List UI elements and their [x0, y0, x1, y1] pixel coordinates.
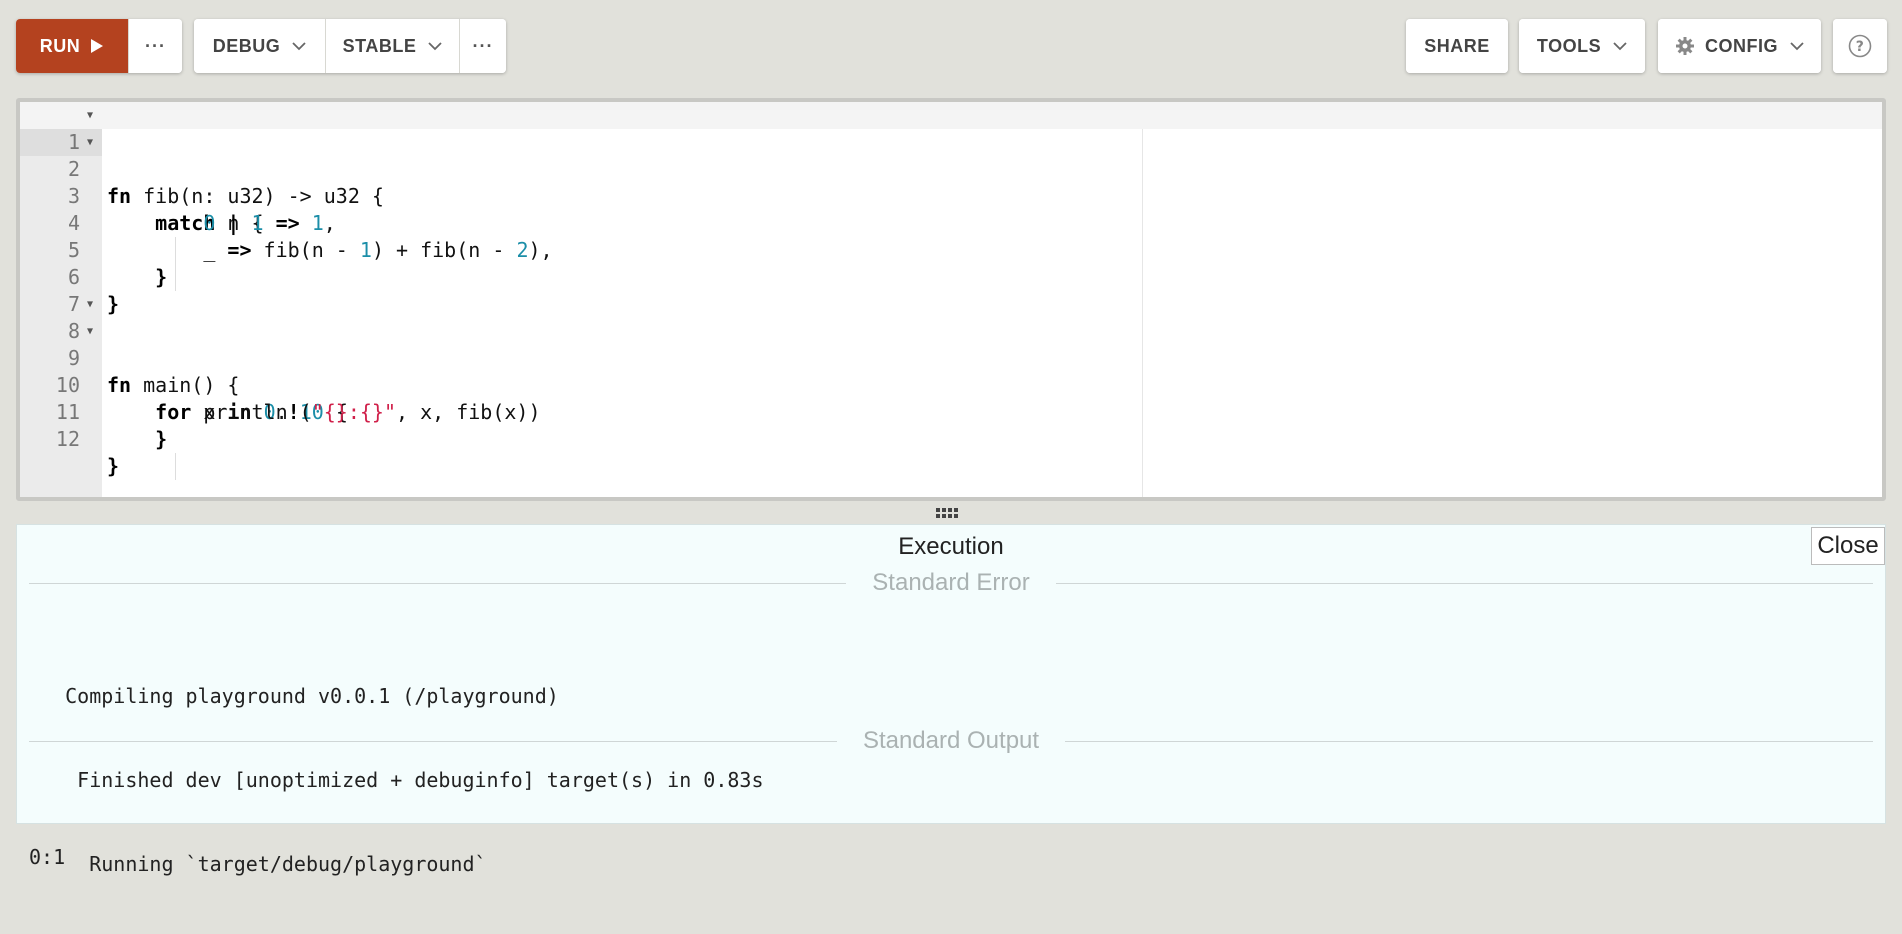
code-line[interactable]: 11 } — [20, 372, 1882, 451]
help-button[interactable]: ? — [1833, 19, 1887, 73]
code-line[interactable]: 12 } — [20, 399, 1882, 478]
chevron-down-icon — [292, 41, 306, 50]
run-more-button[interactable]: ··· — [128, 19, 182, 73]
run-button[interactable]: RUN — [16, 19, 128, 73]
toolbar: RUN ··· DEBUG STABLE ··· SHARE TOOLS CON… — [0, 0, 1902, 92]
svg-text:?: ? — [1856, 39, 1865, 55]
stdout-line: 0:1 — [29, 845, 66, 869]
channel-label: STABLE — [342, 35, 417, 56]
share-group: SHARE — [1406, 19, 1508, 73]
more-icon: ··· — [145, 35, 166, 56]
output-title: Execution — [898, 533, 1004, 560]
line-number: 12 — [55, 427, 80, 451]
code-line[interactable]: 1 ▼ fn fib(n: u32) -> u32 { — [20, 102, 1882, 208]
advanced-more-button[interactable]: ··· — [459, 19, 506, 73]
fold-arrow-icon[interactable]: ▼ — [87, 291, 93, 318]
chevron-down-icon — [1790, 41, 1804, 50]
help-icon: ? — [1848, 34, 1872, 58]
channel-dropdown[interactable]: STABLE — [325, 19, 459, 73]
code-line[interactable]: 10 println!("{}:{}", x, fib(x)) — [20, 345, 1882, 424]
code-line[interactable]: 8 ▼ fn main() { — [20, 291, 1882, 397]
config-label: CONFIG — [1705, 35, 1778, 56]
run-group: RUN ··· — [16, 19, 182, 73]
indent-guide — [175, 453, 176, 480]
chevron-down-icon — [1613, 41, 1627, 50]
mode-label: DEBUG — [212, 35, 281, 56]
stderr-line: Finished dev [unoptimized + debuginfo] t… — [29, 768, 764, 792]
stdout-header: Standard Output — [29, 726, 1873, 756]
mode-dropdown[interactable]: DEBUG — [194, 19, 325, 73]
code-line[interactable]: 2 ▼ match n { — [20, 129, 1882, 235]
run-label: RUN — [39, 35, 81, 56]
code-line[interactable]: 5 } — [20, 210, 1882, 289]
stderr-label: Standard Error — [872, 569, 1030, 596]
code-line[interactable]: 7 — [20, 264, 1882, 316]
fold-arrow-icon[interactable]: ▼ — [87, 102, 93, 129]
gear-icon — [1676, 37, 1694, 55]
share-button[interactable]: SHARE — [1406, 19, 1508, 73]
fold-arrow-icon[interactable]: ▼ — [87, 129, 93, 156]
config-dropdown[interactable]: CONFIG — [1658, 19, 1821, 73]
tools-dropdown[interactable]: TOOLS — [1519, 19, 1645, 73]
close-button[interactable]: Close — [1811, 527, 1885, 565]
more-icon: ··· — [472, 35, 494, 56]
stderr-line: Compiling playground v0.0.1 (/playground… — [29, 684, 559, 708]
code-line[interactable]: 4 _ => fib(n - 1) + fib(n - 2), — [20, 183, 1882, 262]
tools-label: TOOLS — [1536, 35, 1602, 56]
code-line[interactable]: 6 } — [20, 237, 1882, 316]
tools-group: TOOLS — [1519, 19, 1645, 73]
play-icon — [91, 39, 104, 53]
stderr-output: Compiling playground v0.0.1 (/playground… — [29, 626, 764, 934]
build-options-group: DEBUG STABLE ··· — [194, 19, 506, 73]
code-line[interactable]: 9 ▼ for x in 0..10 { — [20, 318, 1882, 424]
code-editor[interactable]: 1 ▼ fn fib(n: u32) -> u32 { 2 ▼ match n … — [16, 98, 1886, 501]
resize-handle[interactable] — [936, 508, 958, 518]
stdout-label: Standard Output — [862, 727, 1040, 754]
stderr-line: Running `target/debug/playground` — [29, 852, 487, 876]
chevron-down-icon — [428, 41, 442, 50]
help-group: ? — [1833, 19, 1887, 73]
output-panel: Execution Close Standard Error Compiling… — [16, 524, 1886, 876]
stderr-header: Standard Error — [29, 568, 1873, 598]
fold-arrow-icon[interactable]: ▼ — [87, 318, 93, 345]
stdout-output: 0:1 — [29, 787, 77, 927]
config-group: CONFIG — [1658, 19, 1821, 73]
share-label: SHARE — [1424, 35, 1490, 56]
code-line[interactable]: 3 0 | 1 => 1, — [20, 156, 1882, 235]
